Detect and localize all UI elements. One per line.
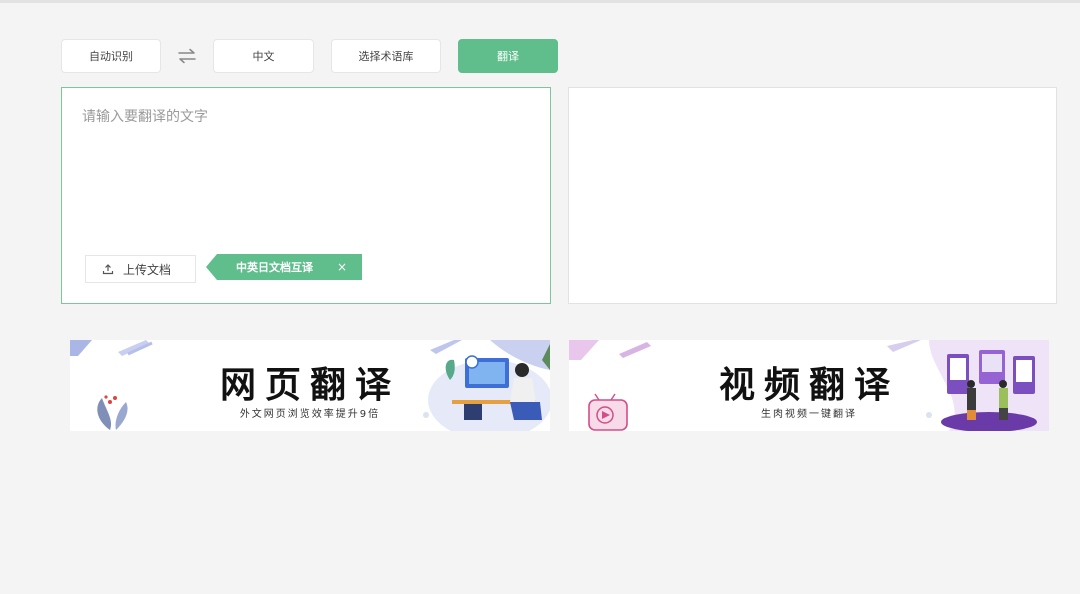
video-translation-banner[interactable]: 视频翻译 生肉视频一键翻译 — [569, 340, 1049, 431]
close-icon[interactable]: × — [337, 254, 347, 280]
web-translation-banner[interactable]: 网页翻译 外文网页浏览效率提升9倍 — [70, 340, 550, 431]
source-text-input[interactable] — [62, 88, 550, 238]
swap-languages-button[interactable] — [174, 44, 200, 68]
top-divider — [0, 0, 1080, 3]
upload-icon — [102, 264, 114, 275]
translate-button[interactable]: 翻译 — [458, 39, 558, 73]
translation-output-panel — [568, 87, 1057, 304]
source-language-select[interactable]: 自动识别 — [61, 39, 161, 73]
upload-document-label: 上传文档 — [123, 262, 172, 277]
video-translation-title: 视频翻译 — [718, 365, 899, 406]
target-language-select[interactable]: 中文 — [213, 39, 314, 73]
glossary-select[interactable]: 选择术语库 — [331, 39, 441, 73]
video-translation-subtitle: 生肉视频一键翻译 — [761, 409, 857, 420]
swap-arrows-icon — [178, 48, 196, 64]
web-translation-subtitle: 外文网页浏览效率提升9倍 — [239, 409, 381, 420]
source-text-panel: 上传文档 中英日文档互译 × — [61, 87, 551, 304]
translation-output-text — [569, 88, 1056, 124]
document-translation-tag[interactable]: 中英日文档互译 × — [206, 254, 362, 280]
upload-document-button[interactable]: 上传文档 — [85, 255, 196, 283]
document-translation-tag-label: 中英日文档互译 — [236, 261, 313, 274]
web-translation-title: 网页翻译 — [219, 365, 400, 406]
